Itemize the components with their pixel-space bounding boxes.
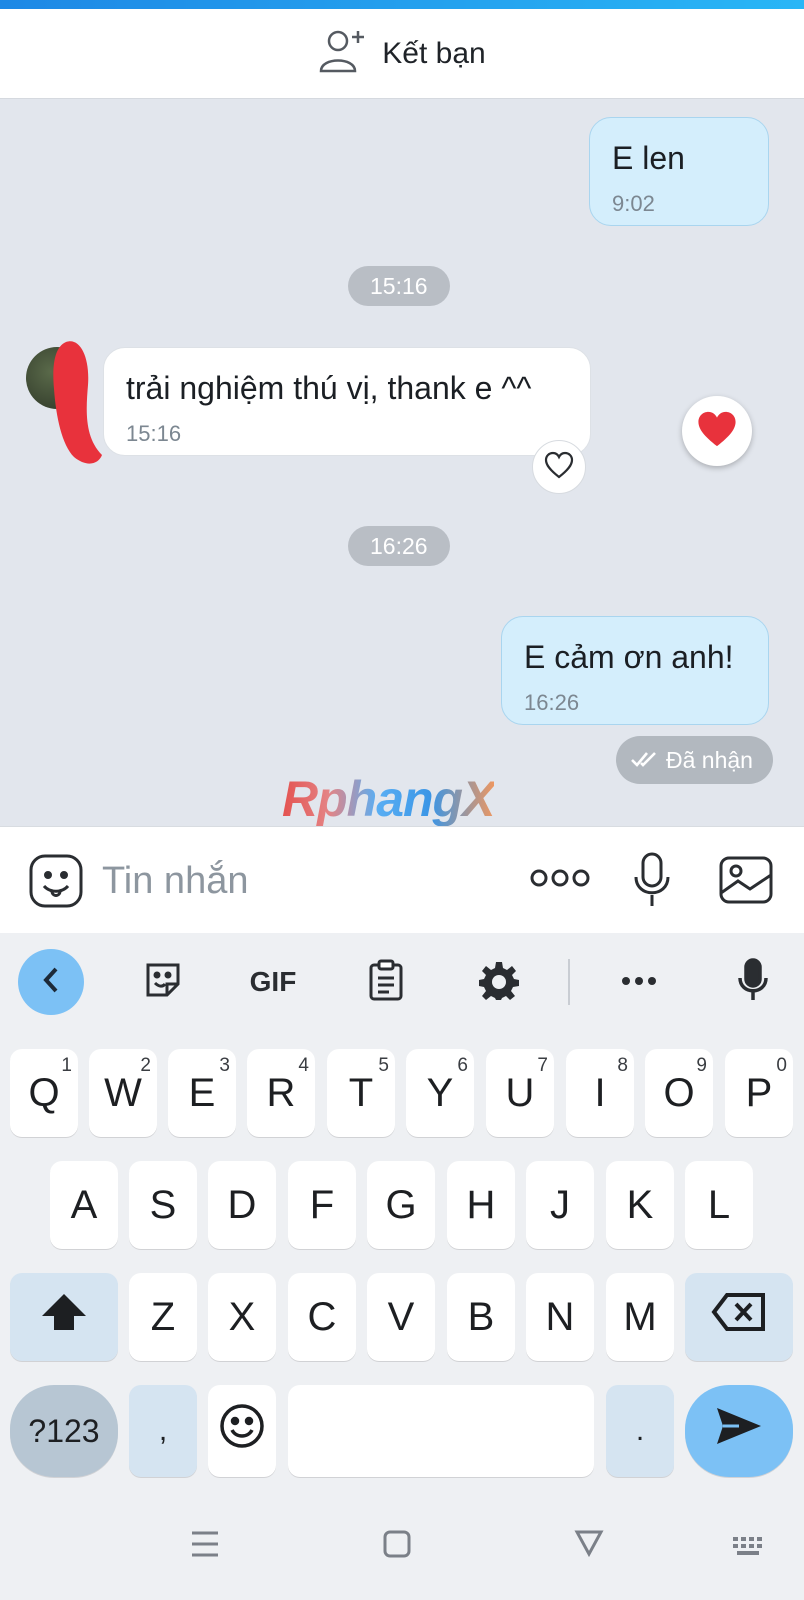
keyboard-more-button[interactable] [606,949,672,1015]
key-i[interactable]: I8 [566,1049,634,1137]
recent-apps-icon[interactable] [190,1528,220,1565]
back-triangle-icon[interactable] [574,1528,604,1563]
key-z[interactable]: Z [129,1273,197,1361]
chat-header: Kết bạn [0,9,804,99]
add-friend-button[interactable]: Kết bạn [318,27,486,80]
keyboard-voice-button[interactable] [720,949,786,1015]
key-m[interactable]: M [606,1273,674,1361]
double-check-icon [630,747,658,774]
clipboard-icon [367,958,405,1007]
watermark-logo: RphangX [282,771,495,827]
home-icon[interactable] [382,1528,412,1565]
key-r[interactable]: R4 [247,1049,315,1137]
key-x[interactable]: X [208,1273,276,1361]
chevron-left-icon [41,966,61,999]
key-l[interactable]: L [685,1161,753,1249]
heart-icon [695,409,739,454]
redaction-mark [53,341,102,464]
message-time: 9:02 [612,191,655,216]
key-t[interactable]: T5 [327,1049,395,1137]
key-v[interactable]: V [367,1273,435,1361]
image-gallery-icon[interactable] [718,855,774,910]
time-separator: 16:26 [348,526,450,566]
keyboard-toolbar: GIF [0,933,804,1029]
key-d[interactable]: D [208,1161,276,1249]
message-text: trải nghiệm thú vị, thank e ^^ [126,370,532,406]
emoji-key[interactable] [208,1385,276,1477]
message-input[interactable]: Tin nhắn [102,853,502,909]
shift-key[interactable] [10,1273,118,1361]
key-e[interactable]: E3 [168,1049,236,1137]
key-g[interactable]: G [367,1161,435,1249]
key-h[interactable]: H [447,1161,515,1249]
keyboard-back-button[interactable] [18,949,84,1015]
message-time: 16:26 [524,690,580,715]
voice-message-icon[interactable] [632,851,672,914]
sticker-button[interactable] [130,949,196,1015]
key-s[interactable]: S [129,1161,197,1249]
message-list[interactable]: E len 9:02 15:16 trải nghiệm thú vị, tha… [0,99,804,827]
message-text: E cảm ơn anh! [524,639,734,675]
add-person-icon [318,27,368,80]
key-n[interactable]: N [526,1273,594,1361]
key-period[interactable]: . [606,1385,674,1477]
key-comma[interactable]: , [129,1385,197,1477]
message-time: 15:16 [126,421,182,446]
key-c[interactable]: C [288,1273,356,1361]
sticker-icon [143,960,183,1005]
key-q[interactable]: Q1 [10,1049,78,1137]
message-text: E len [612,140,685,176]
key-w[interactable]: W2 [89,1049,157,1137]
message-bubble-incoming[interactable]: trải nghiệm thú vị, thank e ^^ 15:16 [103,347,591,456]
key-f[interactable]: F [288,1161,356,1249]
key-b[interactable]: B [447,1273,515,1361]
gear-icon [479,960,519,1005]
key-u[interactable]: U7 [486,1049,554,1137]
delivery-status-badge: Đã nhận [616,736,773,784]
heart-reaction-button[interactable] [682,396,752,466]
backspace-icon [711,1292,767,1342]
system-navigation-bar [0,1500,804,1600]
heart-outline-icon [544,451,574,484]
space-key[interactable] [288,1385,594,1477]
key-a[interactable]: A [50,1161,118,1249]
mic-icon [737,957,769,1007]
gif-button[interactable]: GIF [240,949,306,1015]
symbols-key[interactable]: ?123 [10,1385,118,1477]
shift-arrow-icon [40,1292,88,1342]
message-bubble-outgoing[interactable]: E len 9:02 [589,117,769,226]
more-options-icon[interactable] [530,867,590,894]
message-composer: Tin nhắn [0,826,804,933]
send-key[interactable] [685,1385,793,1477]
send-arrow-icon [715,1406,763,1456]
keyboard-settings-button[interactable] [466,949,532,1015]
backspace-key[interactable] [685,1273,793,1361]
key-o[interactable]: O9 [645,1049,713,1137]
key-k[interactable]: K [606,1161,674,1249]
smiley-icon [219,1403,265,1459]
message-bubble-outgoing[interactable]: E cảm ơn anh! 16:26 [501,616,769,725]
delivery-status-label: Đã nhận [666,746,753,773]
key-y[interactable]: Y6 [406,1049,474,1137]
sticker-emoji-button[interactable] [28,853,84,914]
key-j[interactable]: J [526,1161,594,1249]
time-separator: 15:16 [348,266,450,306]
more-horizontal-icon [621,973,657,991]
react-like-button[interactable] [532,440,586,494]
toolbar-divider [568,959,570,1005]
top-accent-bar [0,0,804,9]
clipboard-button[interactable] [353,949,419,1015]
add-friend-label: Kết bạn [382,36,486,70]
keyboard-hide-icon[interactable] [732,1536,768,1565]
key-p[interactable]: P0 [725,1049,793,1137]
